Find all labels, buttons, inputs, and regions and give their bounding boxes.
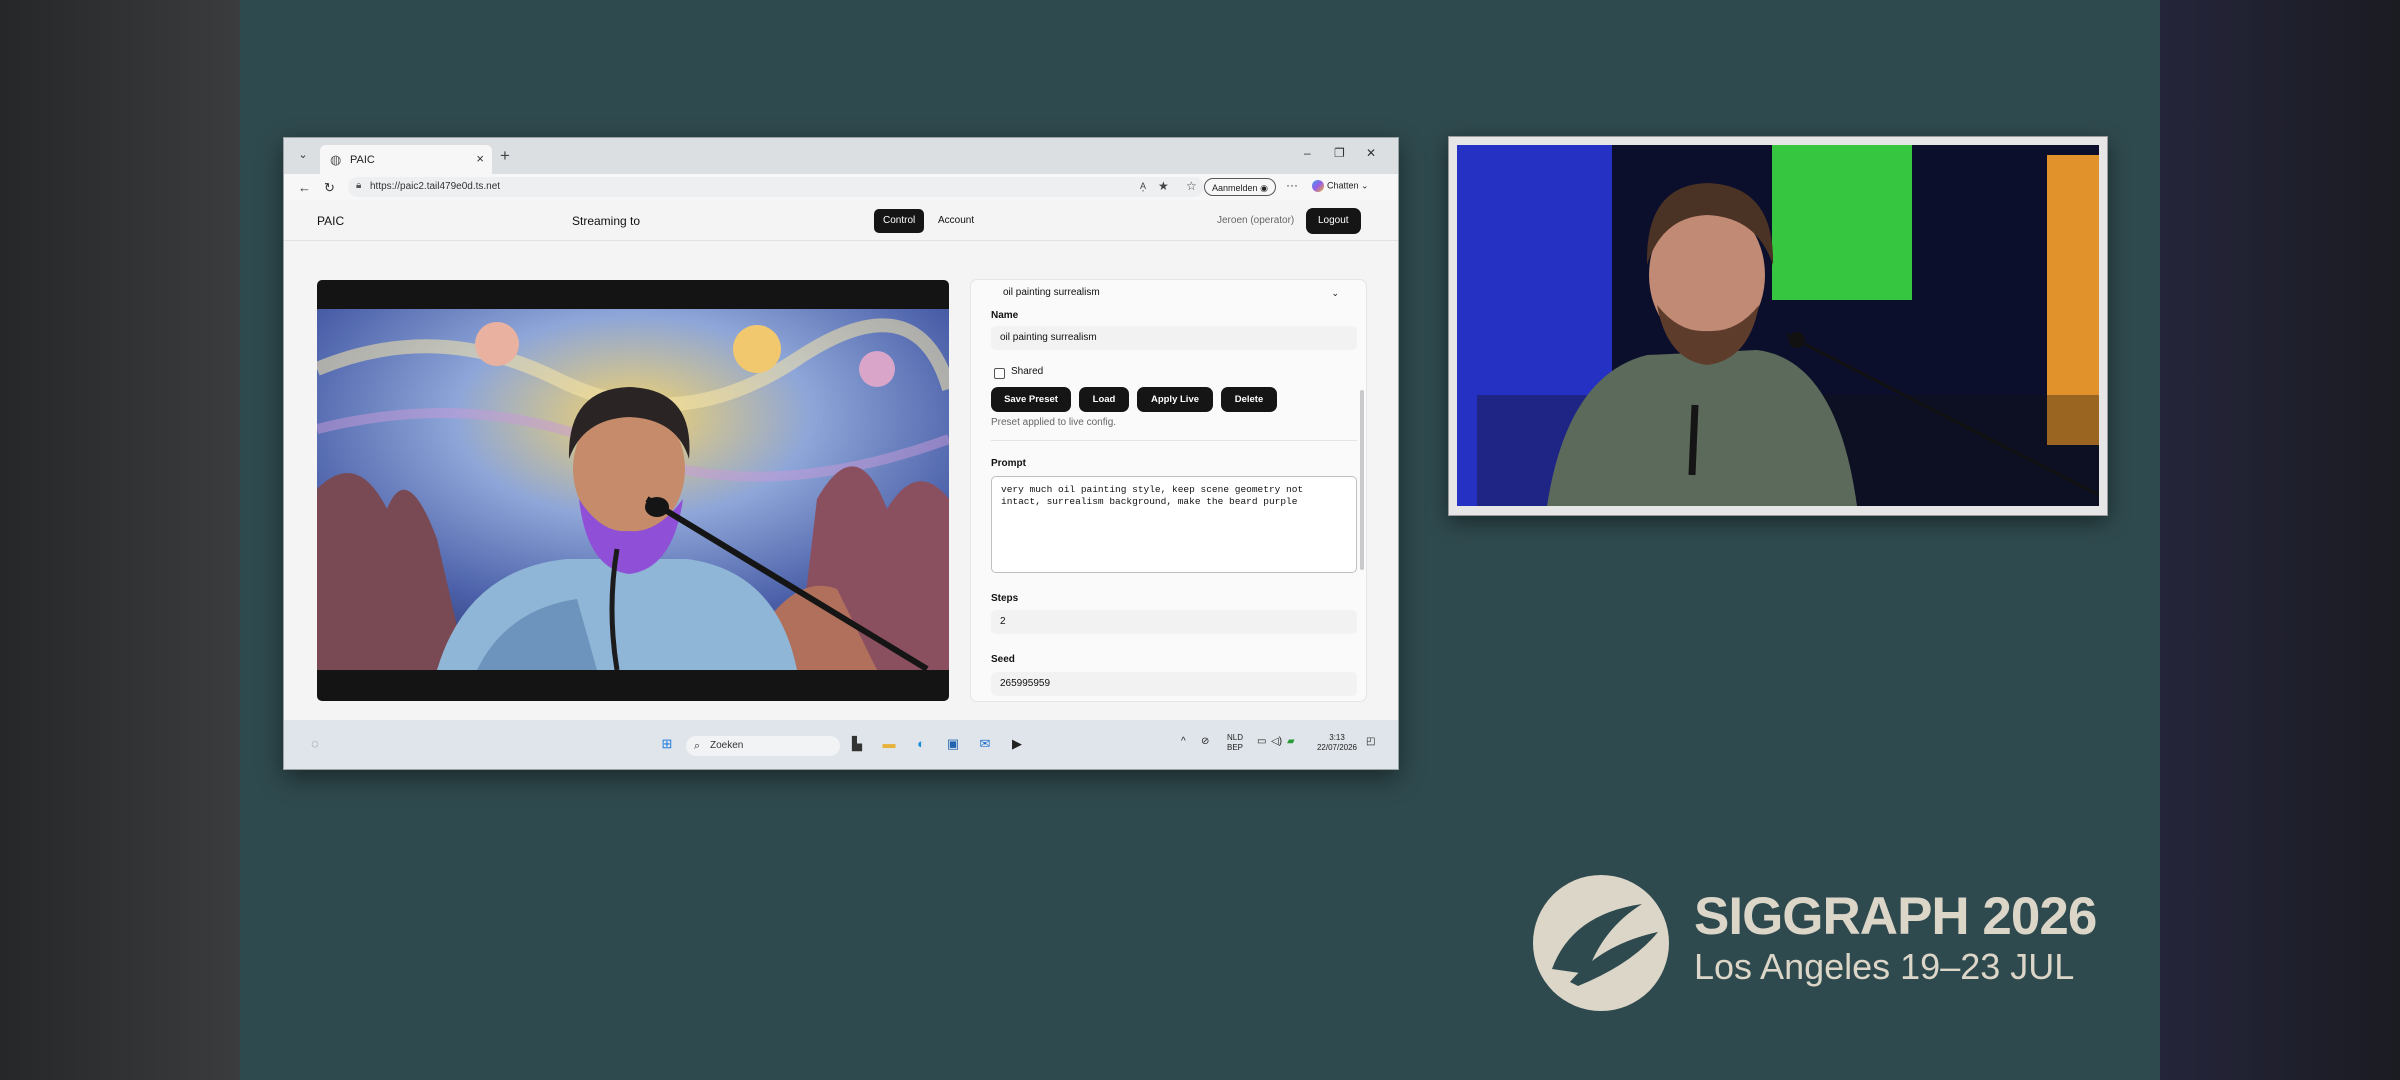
more-menu-icon[interactable]: ··· (1286, 178, 1298, 192)
name-label: Name (991, 310, 1019, 321)
prompt-textarea[interactable]: very much oil painting style, keep scene… (991, 476, 1357, 573)
steps-label: Steps (991, 593, 1019, 604)
language-indicator[interactable]: NLD BEP (1227, 733, 1243, 753)
event-title: SIGGRAPH 2026 (1694, 887, 2097, 946)
tab-paic[interactable]: ◍ PAIC × (320, 145, 492, 174)
restore-icon[interactable]: ❐ (1334, 146, 1345, 160)
signin-label: Aanmelden (1212, 183, 1258, 193)
shared-label: Shared (1011, 366, 1044, 377)
shared-checkbox[interactable] (994, 368, 1005, 379)
start-windows-icon[interactable]: ⊞ (658, 735, 676, 753)
copilot-icon (1312, 180, 1324, 192)
address-bar-row: ← ↻ 🔒︎ https://paic2.tail479e0d.ts.net A… (284, 174, 1398, 200)
preset-panel: oil painting surrealism ⌄ Name oil painti… (971, 280, 1366, 701)
lang-code: NLD (1227, 733, 1244, 742)
tab-bar: ⌄ ◍ PAIC × + – ❐ ✕ (284, 138, 1398, 174)
preset-select[interactable]: oil painting surrealism ⌄ (991, 283, 1357, 303)
speaker-camera-frame (1448, 136, 2108, 516)
network-off-icon[interactable]: ⊘ (1201, 737, 1209, 747)
profile-icon: ◉ (1260, 183, 1268, 193)
favorites-icon[interactable]: ☆ (1186, 179, 1197, 193)
seed-input[interactable]: 265995959 (991, 672, 1357, 696)
speaker-camera-feed (1457, 145, 2099, 506)
keyboard-code: BEP (1227, 743, 1244, 752)
time: 3:13 (1329, 733, 1345, 742)
close-tab-icon[interactable]: × (476, 151, 484, 166)
preset-select-value: oil painting surrealism (1003, 287, 1100, 298)
status-message: Preset applied to live config. (991, 417, 1117, 428)
app-header: PAIC Streaming to Control Account Jeroen… (284, 200, 1398, 241)
brand[interactable]: PAIC (317, 214, 344, 228)
url-text: https://paic2.tail479e0d.ts.net (370, 181, 501, 192)
address-bar[interactable]: 🔒︎ https://paic2.tail479e0d.ts.net A͙ ★ … (348, 177, 1204, 197)
refresh-icon[interactable]: ↻ (324, 180, 335, 196)
signin-button[interactable]: Aanmelden ◉ (1204, 178, 1276, 196)
chevron-down-icon: ⌄ (1331, 288, 1339, 298)
lock-icon: 🔒︎ (356, 180, 362, 191)
left-backdrop (0, 0, 240, 1080)
search-icon: ⌕ (694, 740, 701, 752)
logout-button[interactable]: Logout (1306, 208, 1361, 234)
favorite-star-icon[interactable]: ★ (1158, 179, 1169, 193)
taskbar-search[interactable]: ⌕ Zoeken (686, 736, 840, 756)
load-button[interactable]: Load (1079, 387, 1129, 412)
date: 22/07/2026 (1316, 743, 1358, 752)
save-preset-button[interactable]: Save Preset (991, 387, 1071, 412)
clock[interactable]: 3:13 22/07/2026 (1314, 733, 1360, 753)
paic-app: PAIC Streaming to Control Account Jeroen… (284, 200, 1398, 720)
display-icon[interactable]: ▭ (1257, 737, 1266, 747)
battery-icon[interactable]: ▰ (1287, 737, 1295, 747)
minimize-icon[interactable]: – (1304, 146, 1311, 160)
outlook-icon[interactable]: ✉ (976, 735, 994, 753)
new-tab-icon[interactable]: + (500, 146, 510, 166)
divider (991, 440, 1357, 441)
notification-icon[interactable]: ◰ (1366, 737, 1375, 747)
prompt-label: Prompt (991, 458, 1026, 469)
browser-window: ⌄ ◍ PAIC × + – ❐ ✕ ← ↻ 🔒︎ https://paic2.… (283, 137, 1399, 770)
globe-icon: ◍ (330, 152, 342, 167)
terminal-icon[interactable]: ▶ (1008, 735, 1026, 753)
siggraph-logo-icon (1532, 874, 1670, 1012)
seed-label: Seed (991, 654, 1015, 665)
search-placeholder: Zoeken (710, 740, 744, 751)
widgets-icon[interactable]: ◌ (306, 735, 324, 753)
apply-live-button[interactable]: Apply Live (1137, 387, 1213, 412)
steps-input[interactable]: 2 (991, 610, 1357, 634)
streaming-status: Streaming to (572, 214, 641, 228)
panel-scrollbar[interactable] (1360, 390, 1364, 570)
file-explorer-icon[interactable]: ▬ (880, 735, 898, 753)
windows-taskbar: ◌ ⊞ ⌕ Zoeken ▙ ▬ ◐ ▣ ✉ ▶ ^ ⊘ NLD BEP ▭ ◁) … (284, 720, 1398, 769)
close-window-icon[interactable]: ✕ (1366, 146, 1376, 160)
delete-button[interactable]: Delete (1221, 387, 1277, 412)
tab-list-chevron-icon[interactable]: ⌄ (294, 148, 312, 166)
task-view-icon[interactable]: ▙ (848, 735, 866, 753)
tab-account[interactable]: Account (929, 209, 983, 233)
tab-control[interactable]: Control (874, 209, 925, 233)
edge-browser-icon[interactable]: ◐ (912, 735, 930, 753)
right-backdrop (2160, 0, 2400, 1080)
current-user: Jeroen (operator) (1217, 215, 1295, 226)
video-preview (317, 280, 949, 701)
tab-title: PAIC (350, 154, 375, 166)
chat-label: Chatten (1327, 180, 1359, 191)
event-subtitle: Los Angeles 19–23 JUL (1694, 946, 2075, 987)
tray-overflow-icon[interactable]: ^ (1181, 737, 1186, 747)
store-icon[interactable]: ▣ (944, 735, 962, 753)
volume-icon[interactable]: ◁) (1271, 737, 1282, 747)
name-input[interactable]: oil painting surrealism (991, 326, 1357, 350)
back-icon[interactable]: ← (298, 180, 311, 195)
stylized-video-frame (317, 309, 949, 670)
translate-icon[interactable]: A͙ (1140, 181, 1146, 191)
copilot-chat-button[interactable]: Chatten ⌄ (1312, 180, 1369, 192)
